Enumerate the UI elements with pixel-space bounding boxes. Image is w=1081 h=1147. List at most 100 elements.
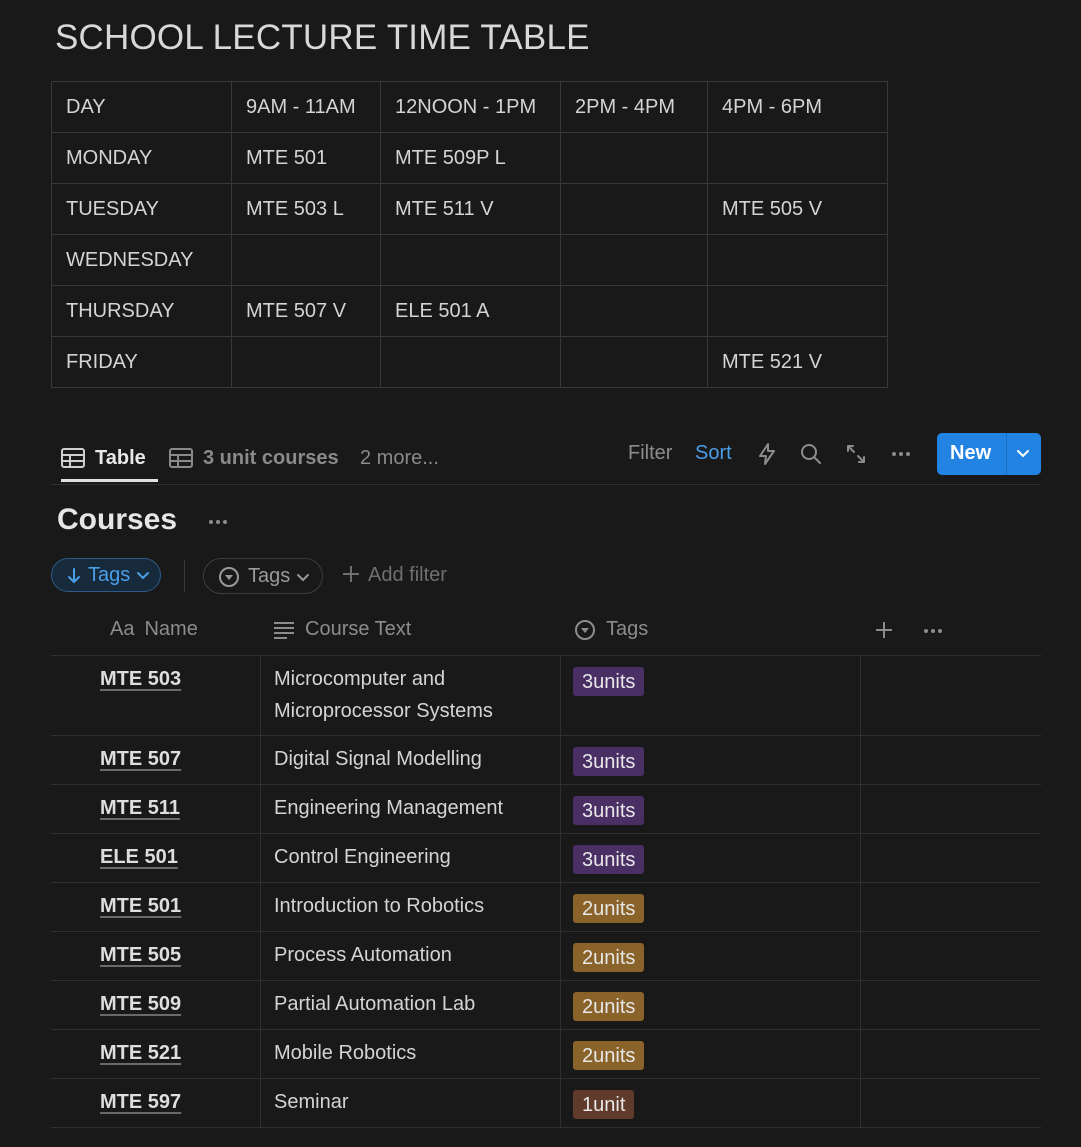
timetable-cell[interactable]: MTE 501 (231, 132, 381, 184)
table-row[interactable]: MTE 509 Partial Automation Lab 2units (51, 981, 1041, 1030)
course-name[interactable]: MTE 501 (100, 895, 181, 918)
timetable-cell[interactable]: WEDNESDAY (51, 234, 232, 286)
table-row[interactable]: ELE 501 Control Engineering 3units (51, 834, 1041, 883)
units-tag[interactable]: 2units (573, 1041, 645, 1070)
timetable-cell[interactable] (560, 285, 708, 337)
course-text[interactable]: Control Engineering (274, 841, 554, 873)
timetable-cell[interactable]: ELE 501 A (380, 285, 561, 337)
course-text[interactable]: Seminar (274, 1086, 554, 1118)
table-row[interactable]: MTE 511 Engineering Management 3units (51, 785, 1041, 834)
timetable-cell[interactable] (560, 234, 708, 286)
course-name[interactable]: MTE 597 (100, 1091, 181, 1114)
course-text[interactable]: Digital Signal Modelling (274, 743, 554, 775)
more-options-icon[interactable] (889, 442, 913, 466)
add-filter-label: Add filter (368, 564, 447, 586)
database-title[interactable]: Courses (57, 503, 177, 537)
course-name[interactable]: MTE 503 (100, 668, 181, 691)
table-row[interactable]: MTE 503 Microcomputer and Microprocessor … (51, 656, 1041, 736)
units-tag[interactable]: 1unit (573, 1090, 635, 1119)
course-text[interactable]: Engineering Management (274, 792, 554, 824)
units-tag[interactable]: 3units (573, 667, 645, 696)
more-views-button[interactable]: 2 more... (360, 434, 439, 482)
course-text[interactable]: Introduction to Robotics (274, 890, 554, 922)
course-text[interactable]: Process Automation (274, 939, 554, 971)
units-tag[interactable]: 2units (573, 992, 645, 1021)
units-tag[interactable]: 3units (573, 747, 645, 776)
units-tag[interactable]: 2units (573, 943, 645, 972)
new-button-label: New (950, 442, 992, 464)
add-column-plus-icon[interactable] (875, 621, 893, 639)
timetable-cell[interactable]: DAY (51, 81, 232, 133)
course-text[interactable]: Partial Automation Lab (274, 988, 554, 1020)
tab-table-label: Table (95, 446, 146, 469)
course-name[interactable]: MTE 505 (100, 944, 181, 967)
timetable-row: THURSDAY MTE 507 V ELE 501 A (51, 285, 888, 337)
timetable-cell[interactable]: MTE 507 V (231, 285, 381, 337)
timetable-cell[interactable]: MTE 511 V (380, 183, 561, 235)
filter-button[interactable]: Filter (628, 442, 672, 465)
timetable-cell[interactable] (560, 132, 708, 184)
timetable-cell[interactable] (707, 234, 888, 286)
timetable-cell[interactable] (231, 336, 381, 388)
units-tag[interactable]: 3units (573, 796, 645, 825)
database-more-icon[interactable] (206, 510, 230, 534)
table-row[interactable]: MTE 501 Introduction to Robotics 2units (51, 883, 1041, 932)
timetable-cell[interactable]: MTE 521 V (707, 336, 888, 388)
add-filter-button[interactable]: Add filter (342, 564, 447, 587)
timetable-cell[interactable]: THURSDAY (51, 285, 232, 337)
text-type-icon: Aa (110, 618, 135, 640)
filter-chip[interactable]: Tags (203, 558, 323, 594)
timetable-cell[interactable] (707, 285, 888, 337)
view-toolbar: Table 3 unit courses 2 more... Filter So… (51, 433, 1041, 485)
table-row[interactable]: MTE 507 Digital Signal Modelling 3units (51, 736, 1041, 785)
timetable-cell[interactable]: FRIDAY (51, 336, 232, 388)
course-name[interactable]: MTE 511 (100, 797, 180, 820)
timetable-cell[interactable] (560, 336, 708, 388)
course-name[interactable]: MTE 521 (100, 1042, 181, 1065)
units-tag[interactable]: 2units (573, 894, 645, 923)
course-name[interactable]: ELE 501 (100, 846, 178, 869)
timetable-cell[interactable] (231, 234, 381, 286)
select-icon (219, 567, 239, 587)
sort-chip[interactable]: Tags (51, 558, 161, 592)
column-header-name[interactable]: Aa Name (110, 618, 198, 641)
units-tag[interactable]: 3units (573, 845, 645, 874)
course-name[interactable]: MTE 509 (100, 993, 181, 1016)
column-header-tags[interactable]: Tags (574, 618, 648, 641)
timetable-cell[interactable] (707, 132, 888, 184)
timetable-cell[interactable]: 9AM - 11AM (231, 81, 381, 133)
lightning-icon[interactable] (755, 442, 779, 466)
sort-button[interactable]: Sort (695, 442, 732, 465)
course-text[interactable]: Microcomputer and Microprocessor Systems (274, 663, 554, 727)
timetable-cell[interactable]: MTE 503 L (231, 183, 381, 235)
column-more-icon[interactable] (921, 619, 945, 643)
timetable-cell[interactable]: MTE 509P L (380, 132, 561, 184)
chevron-down-icon (297, 574, 309, 582)
tab-table[interactable]: Table (61, 434, 158, 482)
timetable-row: MONDAY MTE 501 MTE 509P L (51, 132, 888, 184)
tab-3-unit-courses[interactable]: 3 unit courses (169, 434, 339, 482)
course-name[interactable]: MTE 507 (100, 748, 181, 771)
course-text[interactable]: Mobile Robotics (274, 1037, 554, 1069)
timetable-cell[interactable]: 2PM - 4PM (560, 81, 708, 133)
new-button[interactable]: New (937, 433, 1041, 475)
table-row[interactable]: MTE 597 Seminar 1unit (51, 1079, 1041, 1128)
column-header-course-text[interactable]: Course Text (273, 618, 411, 641)
timetable-cell[interactable] (380, 234, 561, 286)
timetable-cell[interactable]: MTE 505 V (707, 183, 888, 235)
timetable-cell[interactable]: 4PM - 6PM (707, 81, 888, 133)
timetable-row: WEDNESDAY (51, 234, 888, 286)
expand-icon[interactable] (844, 442, 868, 466)
table-icon (61, 448, 85, 468)
arrow-down-icon (68, 568, 80, 584)
timetable-cell[interactable]: MONDAY (51, 132, 232, 184)
chevron-down-icon[interactable] (1014, 443, 1032, 463)
table-row[interactable]: MTE 521 Mobile Robotics 2units (51, 1030, 1041, 1079)
search-icon[interactable] (799, 442, 823, 466)
timetable-cell[interactable]: 12NOON - 1PM (380, 81, 561, 133)
timetable-cell[interactable]: TUESDAY (51, 183, 232, 235)
timetable-cell[interactable] (380, 336, 561, 388)
timetable-cell[interactable] (560, 183, 708, 235)
timetable-header-row: DAY 9AM - 11AM 12NOON - 1PM 2PM - 4PM 4PM - … (51, 81, 888, 133)
table-row[interactable]: MTE 505 Process Automation 2units (51, 932, 1041, 981)
